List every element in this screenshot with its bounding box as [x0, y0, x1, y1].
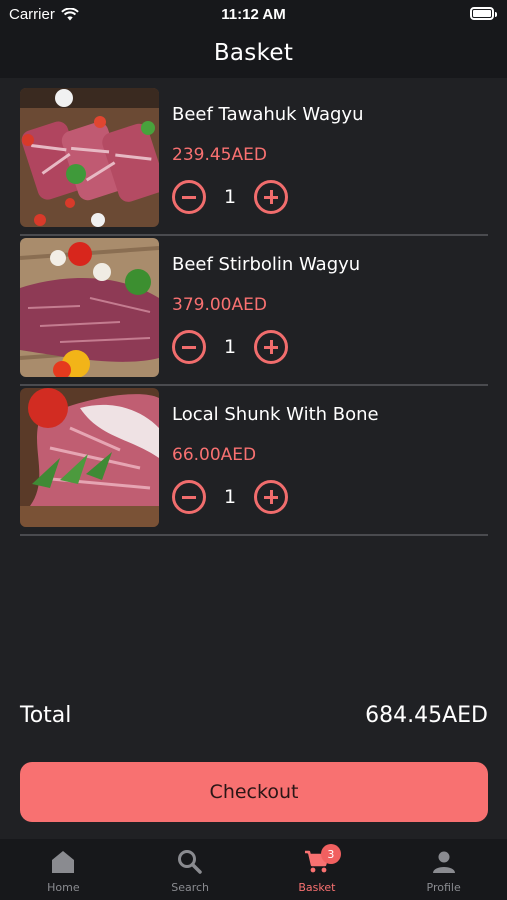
quantity-value: 1: [223, 486, 237, 508]
total-label: Total: [20, 703, 72, 728]
basket-item: Beef Stirbolin Wagyu 379.00AED 1: [20, 236, 488, 386]
basket-item: Beef Tawahuk Wagyu 239.45AED 1: [20, 86, 488, 236]
basket-item: Local Shunk With Bone 66.00AED 1: [20, 386, 488, 536]
tab-search[interactable]: Search: [127, 839, 254, 900]
clock: 11:12 AM: [221, 6, 286, 23]
quantity-stepper: 1: [172, 180, 288, 214]
battery-icon: [470, 7, 497, 20]
tab-label: Basket: [298, 881, 336, 894]
increase-quantity-button[interactable]: [254, 330, 288, 364]
tab-profile[interactable]: Profile: [380, 839, 507, 900]
product-price: 66.00AED: [172, 445, 257, 465]
tab-label: Search: [171, 881, 210, 894]
increase-quantity-button[interactable]: [254, 480, 288, 514]
minus-icon: [182, 345, 196, 349]
home-icon: [52, 851, 75, 873]
tab-basket[interactable]: 3 Basket: [254, 839, 381, 900]
increase-quantity-button[interactable]: [254, 180, 288, 214]
decrease-quantity-button[interactable]: [172, 180, 206, 214]
minus-icon: [182, 495, 196, 499]
product-image-wagyu-tenderloin[interactable]: [20, 238, 159, 377]
product-name: Local Shunk With Bone: [172, 404, 379, 425]
product-price: 239.45AED: [172, 145, 267, 165]
total-row: Total 684.45AED: [20, 703, 488, 728]
basket-list: Beef Tawahuk Wagyu 239.45AED 1 Beef Stir…: [20, 86, 488, 536]
decrease-quantity-button[interactable]: [172, 480, 206, 514]
product-image-lamb-shank[interactable]: [20, 388, 159, 527]
person-icon: [432, 851, 455, 873]
search-icon: [178, 850, 202, 874]
status-bar: Carrier 11:12 AM: [0, 0, 507, 28]
product-price: 379.00AED: [172, 295, 267, 315]
minus-icon: [182, 195, 196, 199]
product-name: Beef Stirbolin Wagyu: [172, 254, 361, 275]
quantity-value: 1: [223, 186, 237, 208]
decrease-quantity-button[interactable]: [172, 330, 206, 364]
tab-label: Home: [47, 881, 80, 894]
checkout-button[interactable]: Checkout: [20, 762, 488, 822]
quantity-stepper: 1: [172, 330, 288, 364]
tab-label: Profile: [426, 881, 461, 894]
quantity-value: 1: [223, 336, 237, 358]
product-image-sliced-wagyu-steaks[interactable]: [20, 88, 159, 227]
cart-icon-wrapper: 3: [303, 844, 341, 876]
quantity-stepper: 1: [172, 480, 288, 514]
page-title: Basket: [213, 40, 294, 66]
cart-count-badge: 3: [320, 844, 341, 864]
tab-home[interactable]: Home: [0, 839, 127, 900]
product-name: Beef Tawahuk Wagyu: [172, 104, 364, 125]
tab-bar: Home Search 3 Basket Profile: [0, 839, 507, 900]
nav-header: Basket: [0, 28, 507, 78]
total-value: 684.45AED: [365, 703, 488, 728]
